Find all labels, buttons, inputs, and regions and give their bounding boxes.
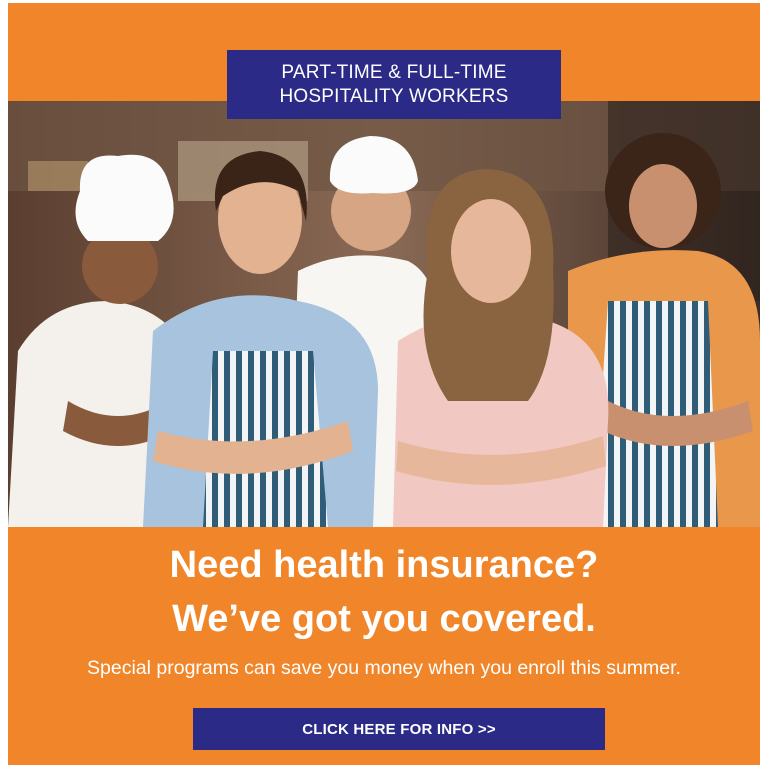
headline-line-2: We’ve got you covered. (172, 598, 596, 640)
info-button-label: CLICK HERE FOR INFO >> (302, 720, 496, 738)
insurance-ad: PART-TIME & FULL-TIME HOSPITALITY WORKER… (8, 3, 760, 765)
banner-line-1: PART-TIME & FULL-TIME (281, 61, 507, 83)
audience-banner: PART-TIME & FULL-TIME HOSPITALITY WORKER… (227, 50, 561, 119)
headline-line-1: Need health insurance? (169, 544, 599, 586)
hospitality-workers-photo (8, 101, 760, 527)
banner-line-2: HOSPITALITY WORKERS (279, 85, 509, 107)
subtext: Special programs can save you money when… (87, 657, 681, 679)
info-button[interactable]: CLICK HERE FOR INFO >> (193, 708, 605, 750)
